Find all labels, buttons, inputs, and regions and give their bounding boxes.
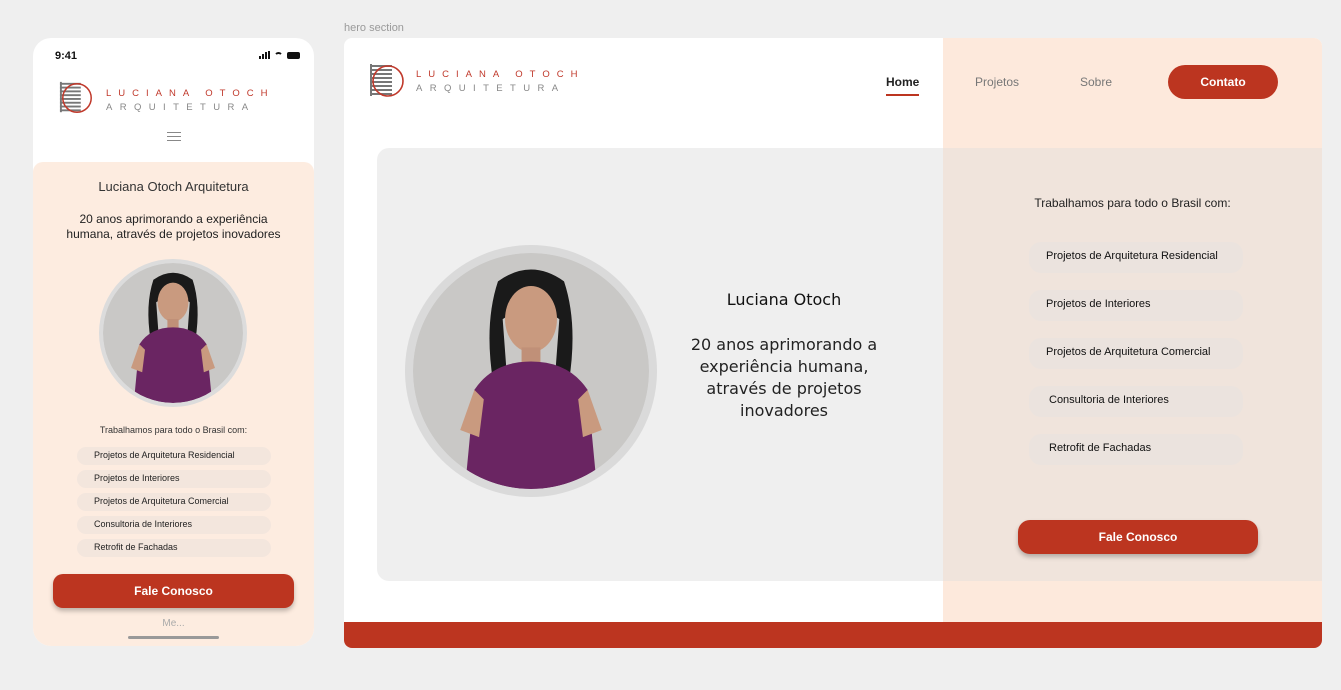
status-bar: 9:41 [33,38,314,74]
service-chip[interactable]: Projetos de Interiores [77,470,271,488]
profile-photo [99,259,247,407]
fale-conosco-button[interactable]: Fale Conosco [53,574,294,608]
battery-icon [287,52,300,59]
nav-home[interactable]: Home [886,75,919,96]
signal-icon [259,51,270,59]
service-chip[interactable]: Projetos de Arquitetura Comercial [77,493,271,511]
hero-subtitle: 20 anos aprimorando a experiência humana… [690,335,878,420]
brand-tagline: ARQUITETURA [106,102,256,113]
nav-sobre[interactable]: Sobre [1080,75,1112,89]
service-chip[interactable]: Consultoria de Interiores [1029,386,1243,417]
mobile-title: Luciana Otoch Arquitetura [98,179,249,194]
brand-logo[interactable]: LUCIANA OTOCH ARQUITETURA [368,62,608,100]
nav-projetos[interactable]: Projetos [975,75,1019,89]
mobile-work-title: Trabalhamos para todo o Brasil com: [99,425,248,435]
mobile-mockup: 9:41 LUCIANA OTOCH ARQUITETURA Luciana O… [33,38,314,646]
hero-card: Luciana Otoch 20 anos aprimorando a expe… [377,148,1322,581]
profile-photo [405,245,657,497]
status-icons [259,51,300,59]
status-time: 9:41 [55,50,78,62]
service-chip[interactable]: Consultoria de Interiores [77,516,271,534]
home-indicator [128,636,219,639]
service-chip[interactable]: Projetos de Arquitetura Comercial [1029,338,1243,369]
mobile-subtitle: 20 anos aprimorando a experiência humana… [66,212,281,241]
desktop-mockup: LUCIANA OTOCH ARQUITETURA Home Projetos … [344,38,1322,648]
footer-bar [344,622,1322,648]
brand-name: LUCIANA OTOCH [416,69,584,80]
brand-tagline: ARQUITETURA [416,83,566,94]
hamburger-icon[interactable] [167,132,181,142]
service-chip[interactable]: Projetos de Arquitetura Residencial [77,447,271,465]
more-link[interactable]: Me... [33,618,314,629]
service-chip[interactable]: Retrofit de Fachadas [77,539,271,557]
work-title: Trabalhamos para todo o Brasil com: [1034,196,1231,210]
wifi-icon [274,52,283,59]
mobile-hero: Luciana Otoch Arquitetura 20 anos aprimo… [33,162,314,646]
contato-button[interactable]: Contato [1168,65,1278,99]
frame-label: hero section [344,22,404,34]
mobile-services-list: Projetos de Arquitetura Residencial Proj… [77,447,271,562]
services-panel: Trabalhamos para todo o Brasil com: Proj… [943,148,1322,581]
services-list: Projetos de Arquitetura Residencial Proj… [1029,242,1243,465]
service-chip[interactable]: Projetos de Interiores [1029,290,1243,321]
brand-name: LUCIANA OTOCH [106,88,274,99]
fale-conosco-button[interactable]: Fale Conosco [1018,520,1258,554]
service-chip[interactable]: Retrofit de Fachadas [1029,434,1243,465]
brand-logo[interactable]: LUCIANA OTOCH ARQUITETURA [58,80,298,116]
hero-name: Luciana Otoch [726,290,842,309]
service-chip[interactable]: Projetos de Arquitetura Residencial [1029,242,1243,273]
